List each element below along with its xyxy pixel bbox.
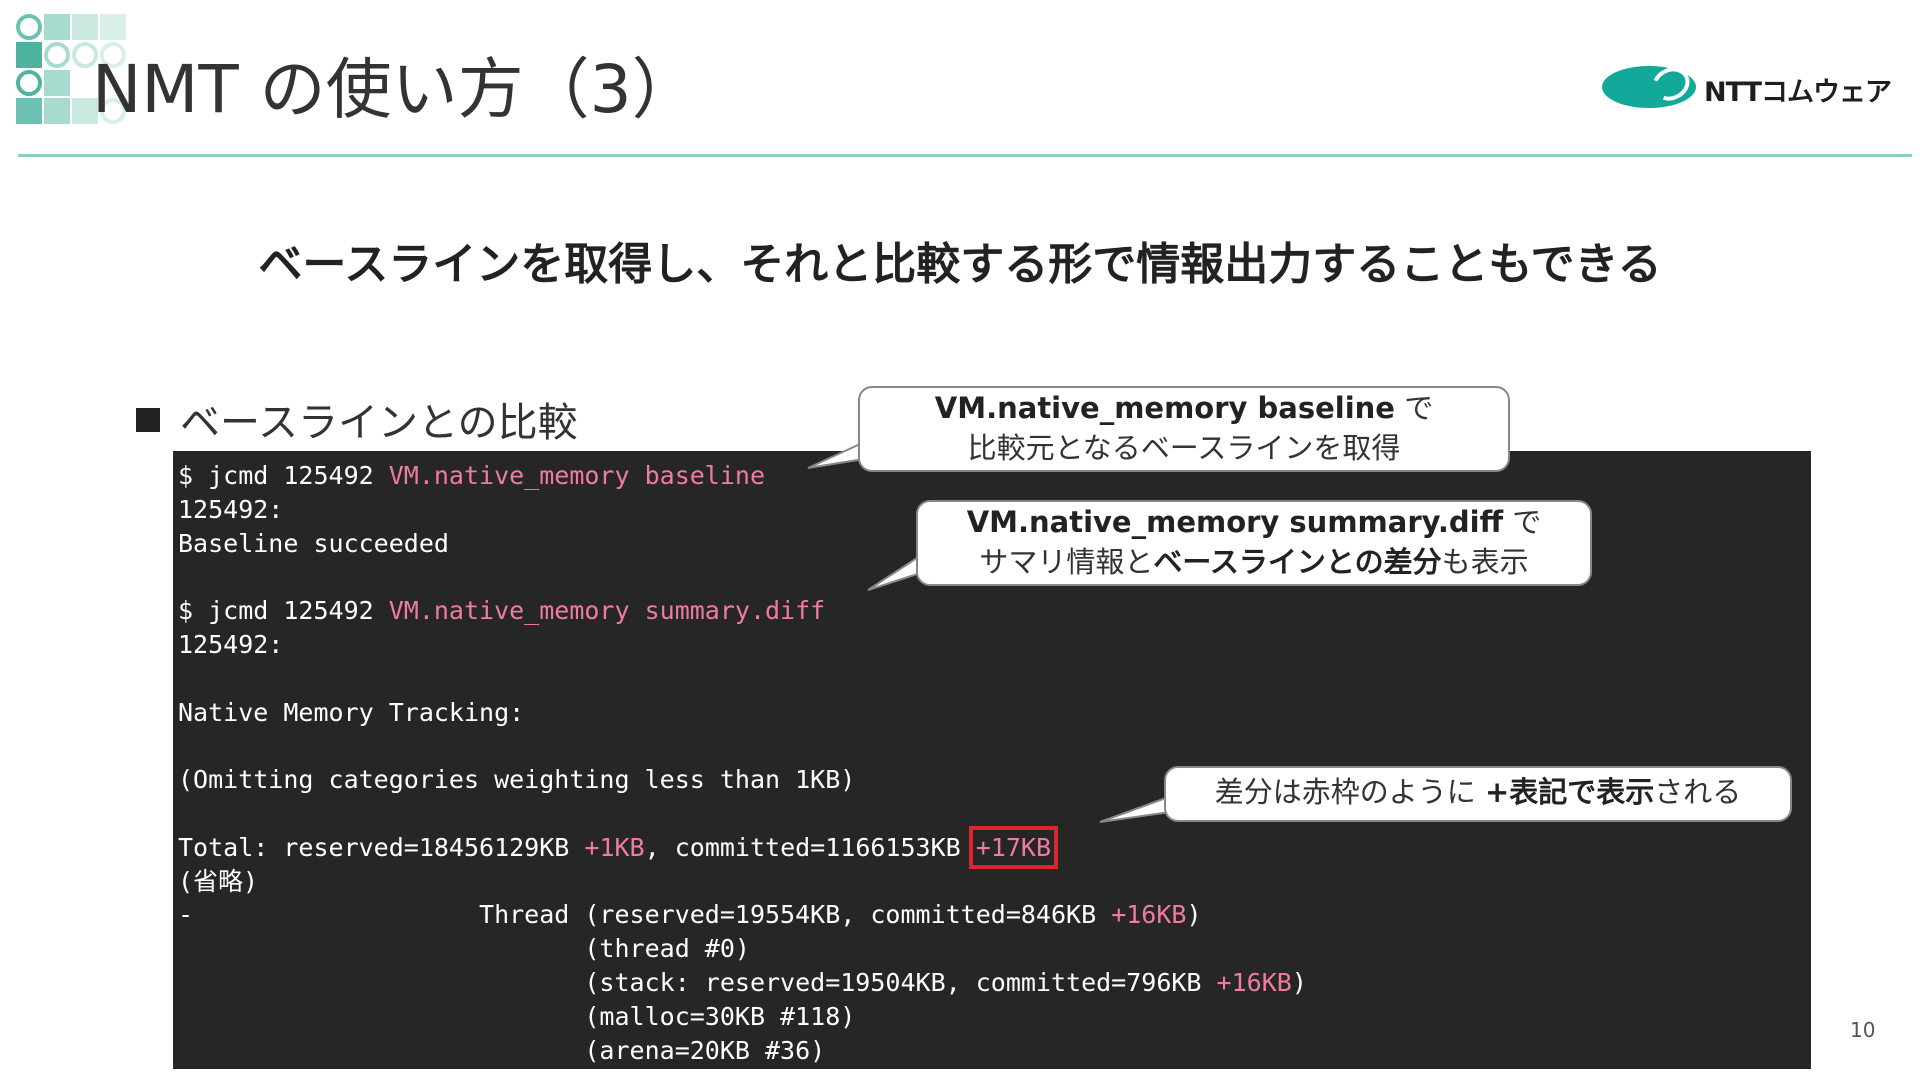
callout-text: も表示 [1441,545,1529,579]
callout-line: サマリ情報とベースラインとの差分も表示 [918,542,1590,582]
deco-square [72,14,98,40]
slide-subtitle: ベースラインを取得し、それと比較する形で情報出力することもできる [258,239,1662,290]
callout-text: で [1503,505,1542,539]
deco-square [44,98,70,124]
callout-text: 比較元となるベースラインを取得 [967,431,1401,465]
callout-line: VM.native_memory summary.diff で [918,502,1590,542]
diff-value: +16KB [1216,967,1292,997]
highlighted-diff-value: +17KB [968,825,1059,869]
bullet-square-icon [136,408,160,432]
callout-text: 差分は赤枠のように [1214,775,1485,809]
thread-line-prefix: - Thread (reserved=19554KB, committed=84… [178,900,1112,930]
stack-line-suffix: ) [1291,967,1307,997]
callout-summary-diff: VM.native_memory summary.diff で サマリ情報とベー… [916,500,1592,586]
thread-line-suffix: ) [1186,900,1202,930]
callout-text: される [1654,775,1742,809]
command-arg-baseline: VM.native_memory baseline [388,461,766,490]
command-prompt: $ jcmd 125492 [178,461,389,490]
bullet-item: ベースラインとの比較 [136,390,578,448]
bullet-text: ベースラインとの比較 [180,400,578,446]
output-line: (malloc=30KB #118) [178,1001,856,1031]
total-line-mid: , committed=1166153KB [644,832,976,862]
logo-text: NTTコムウェア [1704,77,1892,108]
command-arg-summary-diff: VM.native_memory summary.diff [388,596,826,626]
diff-value: +16KB [1111,900,1187,930]
page-title: NMT の使い方（3） [92,51,698,128]
output-line: 125492: [178,494,284,524]
output-line: (Omitting categories weighting less than… [178,765,856,795]
output-line: (arena=20KB #36) [178,1035,826,1065]
output-line: (thread #0) [178,934,750,964]
callout-emphasis: ベースラインとの差分 [1153,545,1442,579]
output-line: Baseline succeeded [178,528,449,558]
deco-square [16,42,42,68]
deco-square [44,14,70,40]
deco-circle [44,42,70,68]
deco-circle [16,70,42,96]
diff-value: +1KB [584,832,645,862]
output-line: (省略) [178,866,259,896]
callout-emphasis: VM.native_memory baseline [934,391,1395,425]
callout-emphasis: VM.native_memory summary.diff [966,505,1504,539]
stack-line-prefix: (stack: reserved=19504KB, committed=796K… [178,967,1217,997]
callout-emphasis: +表記で表示 [1484,775,1655,809]
callout-text: サマリ情報と [979,545,1154,579]
callout-line: VM.native_memory baseline で [860,388,1508,428]
output-line: Native Memory Tracking: [178,697,525,727]
deco-square [100,14,126,40]
page-number: 10 [1850,1018,1876,1042]
command-prompt: $ jcmd 125492 [178,596,389,626]
callout-red-box: 差分は赤枠のように +表記で表示される [1164,766,1792,822]
deco-square [44,70,70,96]
output-line: 125492: [178,629,284,659]
callout-text: で [1394,391,1434,425]
deco-square [16,98,42,124]
deco-circle [16,14,42,40]
total-line-prefix: Total: reserved=18456129KB [178,832,585,862]
title-divider [18,154,1912,157]
callout-baseline: VM.native_memory baseline で 比較元となるベースライン… [858,386,1510,472]
company-logo: NTTコムウェア [1602,61,1892,112]
